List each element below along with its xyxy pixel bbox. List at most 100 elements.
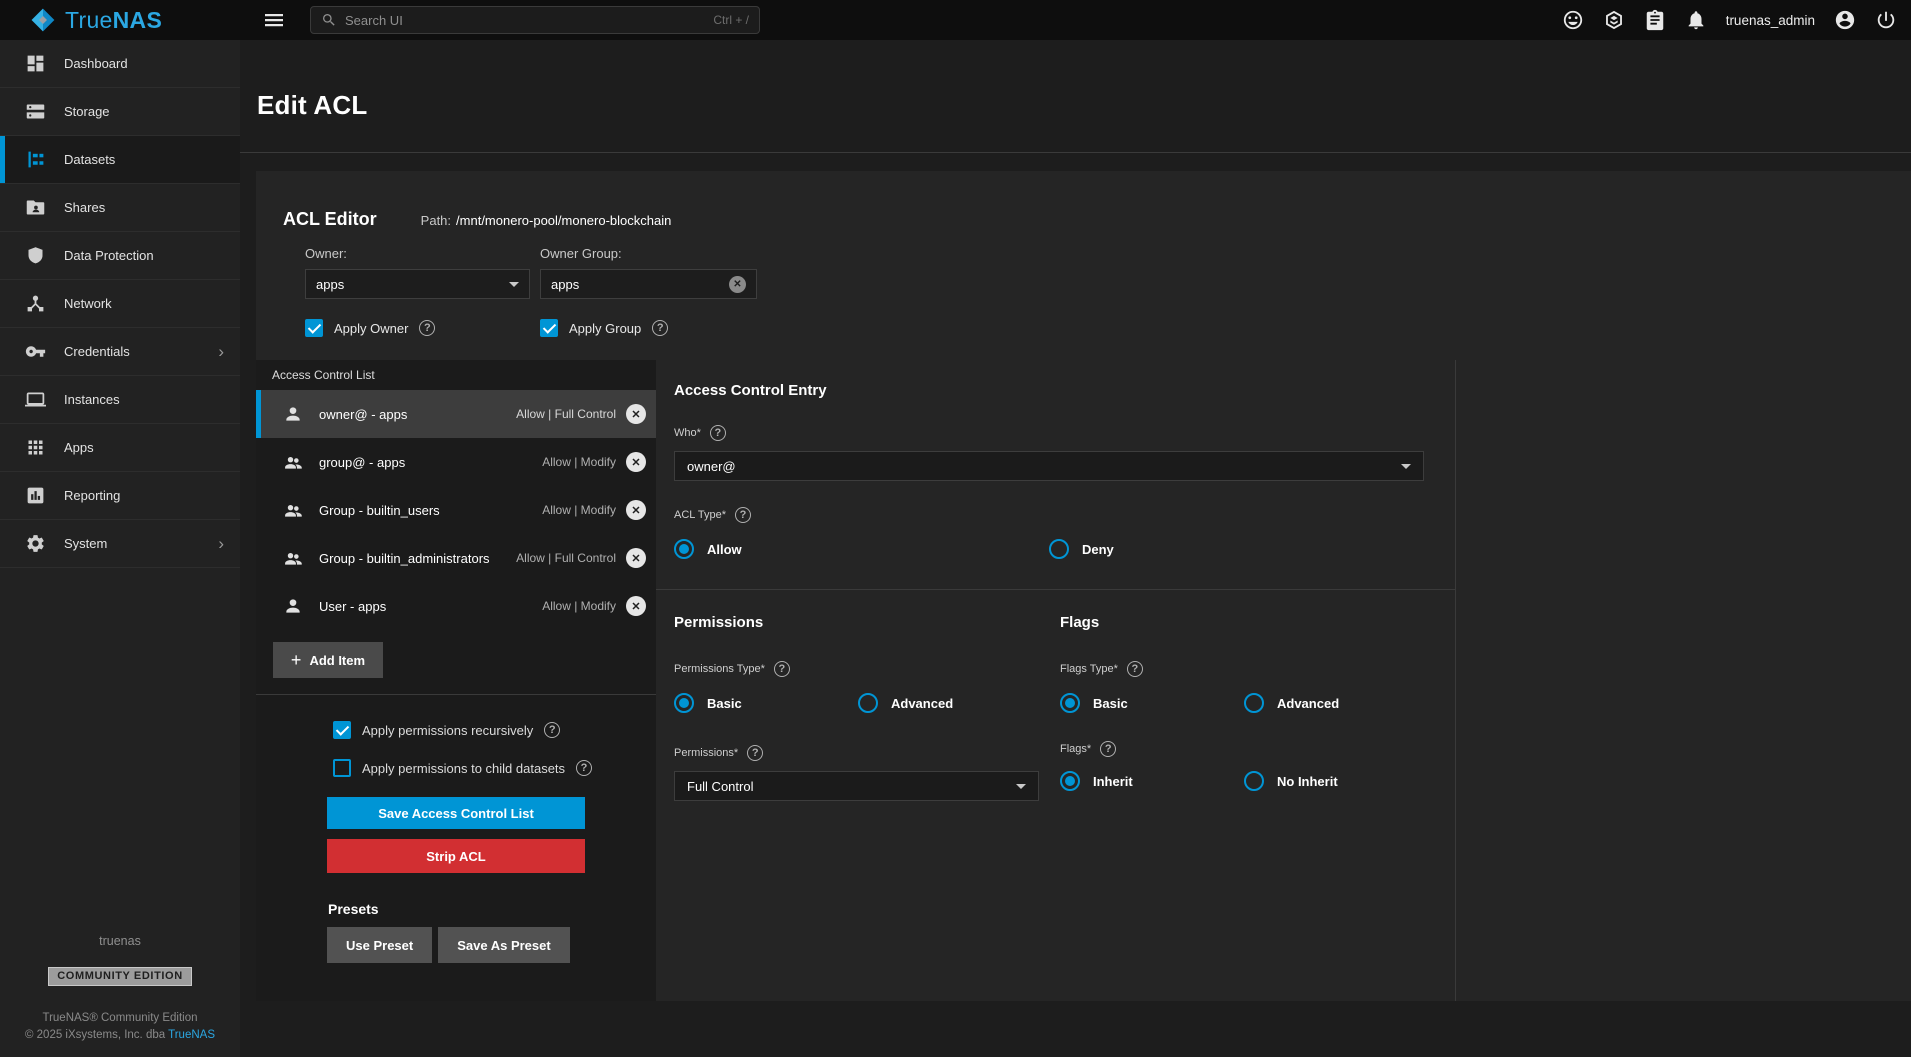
hamburger-menu-icon[interactable] [262, 8, 286, 32]
acl-entry-row[interactable]: owner@ - appsAllow | Full Control✕ [256, 390, 656, 438]
flags-type-basic-option[interactable]: Basic [1060, 693, 1244, 713]
use-preset-button[interactable]: Use Preset [327, 927, 432, 963]
acl-type-deny-option[interactable]: Deny [1049, 539, 1114, 559]
sidebar-item-datasets[interactable]: Datasets [0, 136, 240, 184]
edition-badge: COMMUNITY EDITION [48, 967, 192, 986]
apply-owner-checkbox-row[interactable]: Apply Owner ? [305, 319, 540, 337]
sidebar-item-label: Instances [64, 392, 120, 407]
sidebar-item-data-protection[interactable]: Data Protection [0, 232, 240, 280]
chevron-down-icon [1016, 784, 1026, 789]
who-select[interactable]: owner@ [674, 451, 1424, 481]
datasets-icon [25, 149, 46, 170]
sidebar-item-reporting[interactable]: Reporting [0, 472, 240, 520]
permissions-heading: Permissions [674, 614, 1060, 631]
main-content: Edit ACL ACL Editor Path:/mnt/monero-poo… [240, 40, 1911, 1057]
key-icon [25, 341, 46, 362]
recursive-checkbox-row[interactable]: Apply permissions recursively ? [333, 721, 656, 739]
sidebar-item-dashboard[interactable]: Dashboard [0, 40, 240, 88]
page-header: Edit ACL [240, 40, 1911, 153]
sidebar-item-storage[interactable]: Storage [0, 88, 240, 136]
truecommand-layers-icon[interactable] [1603, 9, 1625, 31]
flags-section: Flags Flags Type* ? Basic [1060, 614, 1455, 801]
radio-icon [1060, 693, 1080, 713]
save-as-preset-button[interactable]: Save As Preset [438, 927, 569, 963]
remove-entry-icon[interactable]: ✕ [626, 548, 646, 568]
sidebar-item-system[interactable]: System› [0, 520, 240, 568]
remove-entry-icon[interactable]: ✕ [626, 596, 646, 616]
apply-group-checkbox-row[interactable]: Apply Group ? [540, 319, 668, 337]
brand-suffix: NAS [113, 7, 162, 33]
feedback-smiley-icon[interactable] [1562, 9, 1584, 31]
save-acl-button[interactable]: Save Access Control List [327, 797, 585, 829]
sidebar-item-instances[interactable]: Instances [0, 376, 240, 424]
clear-icon[interactable]: ✕ [729, 276, 746, 293]
acl-editor-card: ACL Editor Path:/mnt/monero-pool/monero-… [256, 171, 1911, 1001]
flags-label: Flags* [1060, 743, 1091, 755]
divider [256, 694, 656, 695]
permissions-label: Permissions* [674, 747, 738, 759]
flags-type-advanced-option[interactable]: Advanced [1244, 693, 1339, 713]
topbar: TrueNAS Search UI Ctrl + / truenas_admin [0, 0, 1911, 40]
owner-group-input[interactable]: apps ✕ [540, 269, 757, 299]
flags-no-inherit-option[interactable]: No Inherit [1244, 771, 1338, 791]
help-icon[interactable]: ? [576, 760, 592, 776]
permissions-type-basic-option[interactable]: Basic [674, 693, 858, 713]
sidebar-item-label: Storage [64, 104, 110, 119]
user-avatar-icon[interactable] [1834, 9, 1856, 31]
apply-group-checkbox[interactable] [540, 319, 558, 337]
jobs-clipboard-icon[interactable] [1644, 9, 1666, 31]
owner-label: Owner: [305, 246, 530, 261]
truenas-link[interactable]: TrueNAS [168, 1029, 215, 1041]
alerts-bell-icon[interactable] [1685, 9, 1707, 31]
reporting-icon [25, 485, 46, 506]
remove-entry-icon[interactable]: ✕ [626, 500, 646, 520]
help-icon[interactable]: ? [747, 745, 763, 761]
acl-entry-row[interactable]: User - appsAllow | Modify✕ [256, 582, 656, 630]
search-placeholder: Search UI [345, 13, 403, 28]
sidebar-footer: truenas COMMUNITY EDITION TrueNAS® Commu… [0, 934, 240, 1041]
acl-type-allow-option[interactable]: Allow [674, 539, 1049, 559]
radio-icon [1049, 539, 1069, 559]
permissions-type-label: Permissions Type* [674, 663, 765, 675]
permissions-section: Permissions Permissions Type* ? Basic [674, 614, 1060, 801]
truenas-logo[interactable]: TrueNAS [0, 7, 226, 34]
help-icon[interactable]: ? [652, 320, 668, 336]
sidebar-item-apps[interactable]: Apps [0, 424, 240, 472]
remove-entry-icon[interactable]: ✕ [626, 404, 646, 424]
acl-entry-permissions: Allow | Modify [542, 599, 616, 613]
card-filler [1456, 360, 1911, 1001]
remove-entry-icon[interactable]: ✕ [626, 452, 646, 472]
help-icon[interactable]: ? [774, 661, 790, 677]
acl-entry-row[interactable]: Group - builtin_usersAllow | Modify✕ [256, 486, 656, 534]
acl-entry-row[interactable]: Group - builtin_administratorsAllow | Fu… [256, 534, 656, 582]
recursive-checkbox[interactable] [333, 721, 351, 739]
apply-owner-checkbox[interactable] [305, 319, 323, 337]
help-icon[interactable]: ? [1127, 661, 1143, 677]
sidebar: Dashboard Storage DatasetsSharesData Prote… [0, 40, 240, 1057]
sidebar-item-network[interactable]: Network [0, 280, 240, 328]
sidebar-item-shares[interactable]: Shares [0, 184, 240, 232]
group-icon [283, 500, 303, 520]
power-icon[interactable] [1875, 9, 1897, 31]
sidebar-item-credentials[interactable]: Credentials› [0, 328, 240, 376]
sidebar-nav: Dashboard Storage DatasetsSharesData Prote… [0, 40, 240, 568]
help-icon[interactable]: ? [1100, 741, 1116, 757]
help-icon[interactable]: ? [544, 722, 560, 738]
child-datasets-checkbox-row[interactable]: Apply permissions to child datasets ? [333, 759, 656, 777]
help-icon[interactable]: ? [419, 320, 435, 336]
help-icon[interactable]: ? [710, 425, 726, 441]
acl-entry-row[interactable]: group@ - appsAllow | Modify✕ [256, 438, 656, 486]
child-datasets-checkbox[interactable] [333, 759, 351, 777]
acl-entry-name: Group - builtin_users [319, 503, 440, 518]
storage-icon [25, 101, 46, 122]
permissions-select[interactable]: Full Control [674, 771, 1039, 801]
username[interactable]: truenas_admin [1726, 13, 1815, 28]
owner-select[interactable]: apps [305, 269, 530, 299]
help-icon[interactable]: ? [735, 507, 751, 523]
strip-acl-button[interactable]: Strip ACL [327, 839, 585, 873]
hostname: truenas [0, 934, 240, 948]
add-item-button[interactable]: + Add Item [273, 642, 383, 678]
flags-inherit-option[interactable]: Inherit [1060, 771, 1244, 791]
permissions-type-advanced-option[interactable]: Advanced [858, 693, 953, 713]
search-input[interactable]: Search UI Ctrl + / [310, 6, 760, 34]
